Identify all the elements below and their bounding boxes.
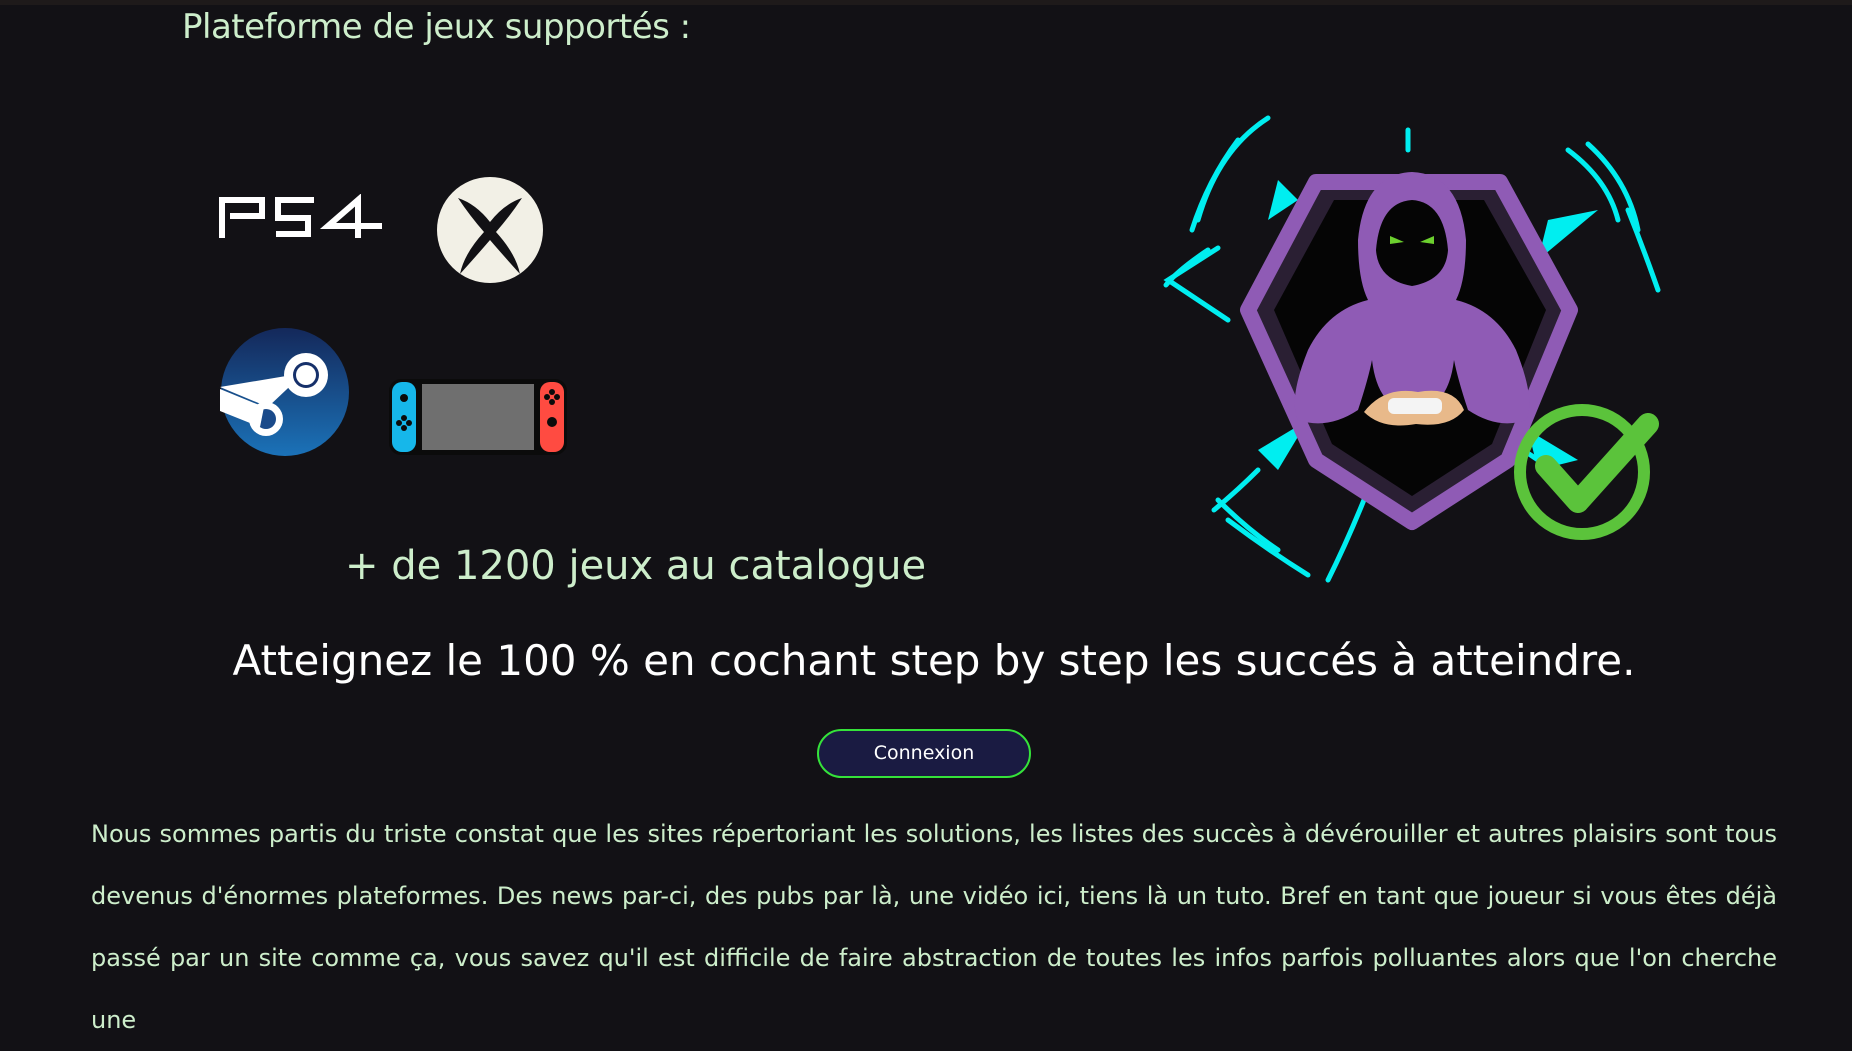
top-border (0, 0, 1852, 5)
hooded-gamer-logo (1163, 115, 1661, 583)
ps4-icon (219, 194, 382, 238)
tagline: Atteignez le 100 % en cochant step by st… (232, 636, 1636, 685)
platforms-heading: Plateforme de jeux supportés : (182, 7, 691, 47)
nintendo-switch-icon (389, 379, 567, 455)
steam-icon (220, 328, 349, 456)
login-button[interactable]: Connexion (817, 729, 1031, 778)
catalogue-count: + de 1200 jeux au catalogue (345, 543, 927, 589)
xbox-icon (437, 177, 543, 283)
description-paragraph: Nous sommes partis du triste constat que… (91, 820, 1777, 1034)
